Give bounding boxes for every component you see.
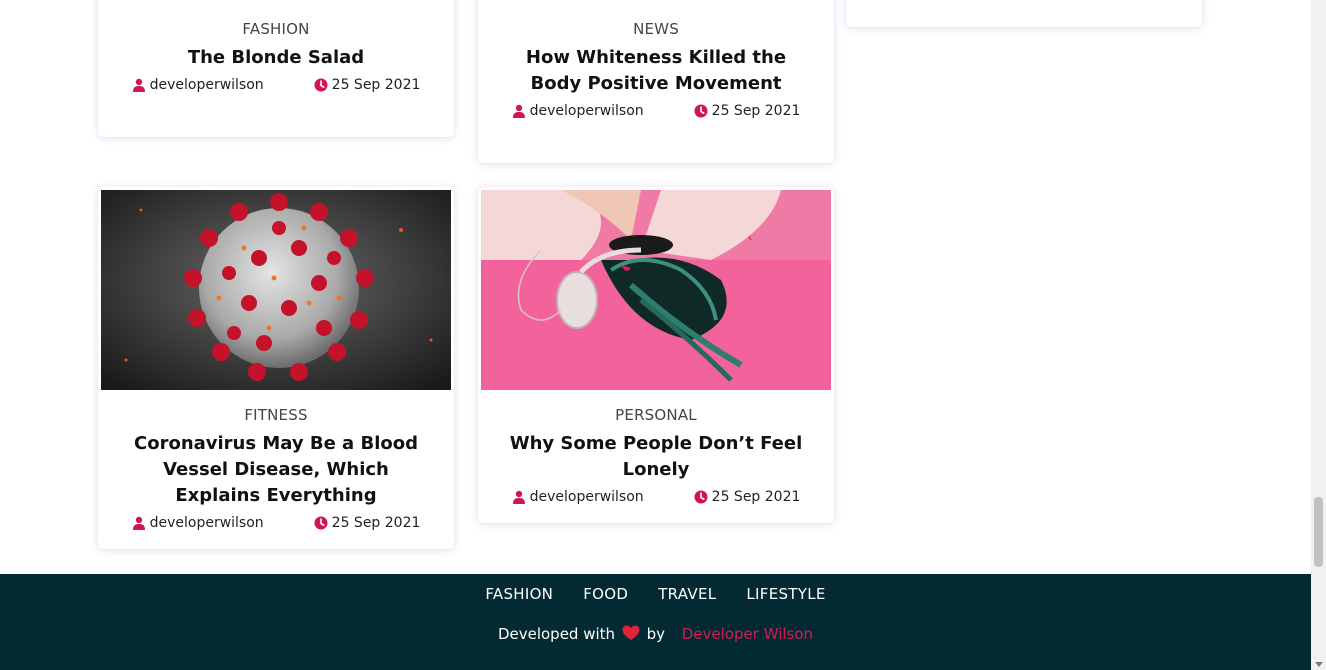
clock-icon — [314, 78, 328, 92]
footer-link-fashion[interactable]: FASHION — [485, 584, 553, 604]
post-author: developerwilson — [512, 487, 644, 507]
post-title[interactable]: The Blonde Salad — [98, 45, 454, 71]
post-date: 25 Sep 2021 — [694, 487, 801, 507]
post-author-name: developerwilson — [529, 103, 644, 119]
post-title[interactable]: How Whiteness Killed the Body Positive M… — [478, 45, 834, 97]
developer-link[interactable]: Developer Wilson — [682, 625, 813, 643]
user-icon — [512, 490, 525, 504]
post-author: developerwilson — [132, 75, 264, 95]
post-date: 25 Sep 2021 — [314, 75, 421, 95]
post-image[interactable] — [101, 190, 451, 390]
heart-icon — [622, 625, 640, 640]
post-meta: developerwilson 25 Sep 2021 — [478, 487, 834, 507]
post-title[interactable]: Coronavirus May Be a Blood Vessel Diseas… — [98, 431, 454, 509]
user-icon — [132, 516, 145, 530]
post-category[interactable]: FASHION — [98, 19, 454, 39]
page: FASHION The Blonde Salad developerwilson… — [0, 0, 1311, 670]
footer-link-food[interactable]: FOOD — [583, 584, 628, 604]
credit-by: by — [646, 625, 666, 643]
credit-prefix: Developed with — [497, 625, 616, 643]
post-date-text: 25 Sep 2021 — [331, 515, 421, 531]
post-date-text: 25 Sep 2021 — [711, 103, 801, 119]
post-category[interactable]: PERSONAL — [478, 405, 834, 425]
footer-nav: FASHION FOOD TRAVEL LIFESTYLE — [0, 584, 1311, 604]
post-author-name: developerwilson — [149, 515, 264, 531]
scrollbar-thumb[interactable] — [1314, 497, 1323, 567]
post-author-name: developerwilson — [149, 77, 264, 93]
post-category[interactable]: NEWS — [478, 19, 834, 39]
post-card[interactable]: PERSONAL Why Some People Don’t Feel Lone… — [478, 187, 834, 523]
post-card[interactable]: FASHION The Blonde Salad developerwilson… — [98, 0, 454, 137]
post-meta: developerwilson 25 Sep 2021 — [98, 513, 454, 533]
user-icon — [132, 78, 145, 92]
headphones-portrait-illustration — [481, 190, 831, 390]
post-author: developerwilson — [132, 513, 264, 533]
post-date: 25 Sep 2021 — [314, 513, 421, 533]
clock-icon — [694, 104, 708, 118]
sidebar-card — [846, 0, 1202, 27]
clock-icon — [694, 490, 708, 504]
post-date-text: 25 Sep 2021 — [711, 489, 801, 505]
post-date-text: 25 Sep 2021 — [331, 77, 421, 93]
coronavirus-illustration — [101, 190, 451, 390]
footer-link-travel[interactable]: TRAVEL — [658, 584, 716, 604]
footer-link-lifestyle[interactable]: LIFESTYLE — [746, 584, 825, 604]
clock-icon — [314, 516, 328, 530]
page-scrollbar[interactable] — [1311, 0, 1326, 670]
post-card[interactable]: FITNESS Coronavirus May Be a Blood Vesse… — [98, 187, 454, 549]
post-meta: developerwilson 25 Sep 2021 — [98, 75, 454, 95]
post-date: 25 Sep 2021 — [694, 101, 801, 121]
post-meta: developerwilson 25 Sep 2021 — [478, 101, 834, 121]
post-author: developerwilson — [512, 101, 644, 121]
footer-credit: Developed with by Developer Wilson — [0, 624, 1311, 644]
scroll-down-arrow-icon[interactable] — [1315, 662, 1323, 667]
site-footer: FASHION FOOD TRAVEL LIFESTYLE Developed … — [0, 574, 1311, 670]
post-image[interactable] — [481, 190, 831, 390]
post-category[interactable]: FITNESS — [98, 405, 454, 425]
post-author-name: developerwilson — [529, 489, 644, 505]
post-title[interactable]: Why Some People Don’t Feel Lonely — [478, 431, 834, 483]
user-icon — [512, 104, 525, 118]
post-card[interactable]: NEWS How Whiteness Killed the Body Posit… — [478, 0, 834, 163]
